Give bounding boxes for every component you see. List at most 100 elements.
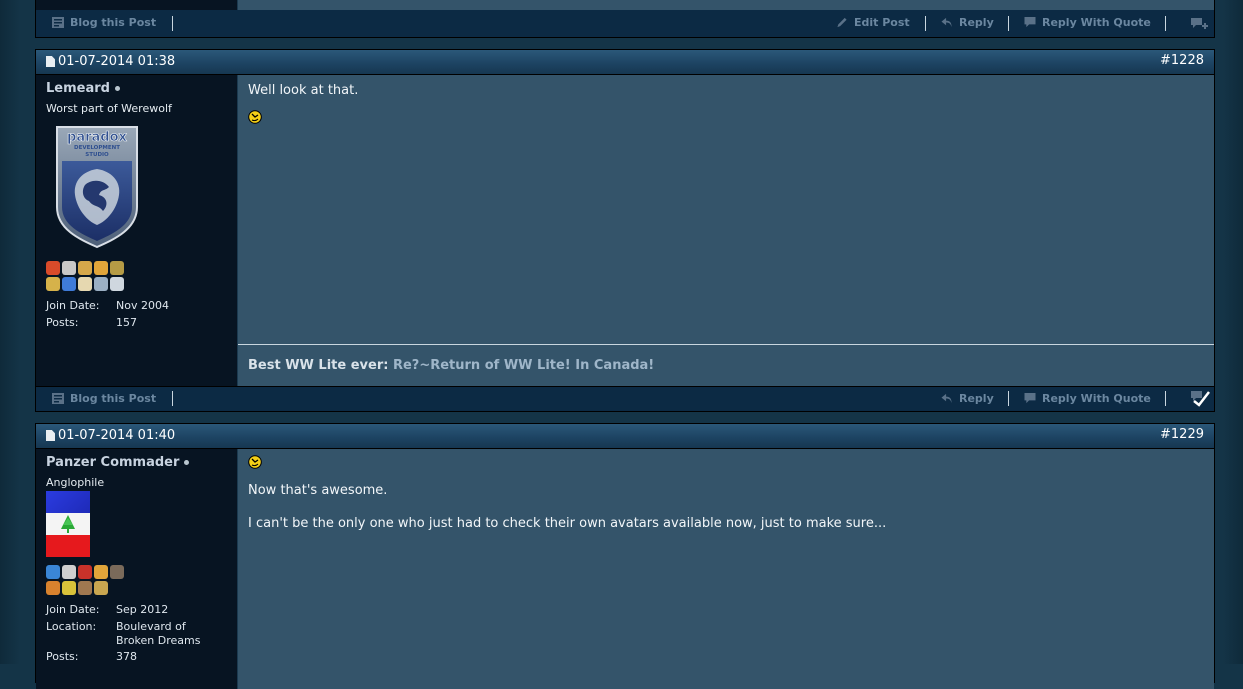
username-text: Lemeard: [46, 81, 110, 96]
post-date: 01-07-2014 01:40: [46, 428, 175, 443]
svg-text:STUDIO: STUDIO: [85, 152, 109, 158]
blog-this-post-button[interactable]: Blog this Post: [52, 16, 156, 29]
edit-post-button[interactable]: Edit Post: [836, 16, 910, 29]
post-1228: 01-07-2014 01:38 #1228 Lemeard Worst par…: [35, 49, 1215, 412]
award-icon[interactable]: [62, 565, 76, 579]
reply-with-quote-label: Reply With Quote: [1042, 392, 1151, 405]
quote-bubble-icon: [1024, 17, 1036, 28]
reply-arrow-icon: [941, 17, 952, 28]
avatar[interactable]: [46, 491, 90, 557]
award-icon[interactable]: [94, 565, 108, 579]
join-date-label: Join Date:: [46, 603, 100, 616]
multiquote-checked-icon[interactable]: [1190, 389, 1210, 407]
post-date-text: 01-07-2014 01:40: [58, 428, 176, 443]
award-icons: [46, 565, 128, 595]
join-date-value: Sep 2012: [116, 603, 169, 616]
divider: [1008, 391, 1009, 406]
reply-label: Reply: [959, 392, 994, 405]
multiquote-icon[interactable]: [1190, 16, 1210, 34]
document-icon: [46, 56, 55, 67]
join-date-value: Nov 2004: [116, 299, 169, 312]
post-number-link[interactable]: #1229: [1160, 427, 1204, 442]
reply-button[interactable]: Reply: [941, 392, 994, 405]
award-icon[interactable]: [94, 581, 108, 595]
signature: Best WW Lite ever: Re?~Return of WW Lite…: [238, 344, 1214, 386]
reply-with-quote-label: Reply With Quote: [1042, 16, 1151, 29]
offline-status-icon: [114, 86, 120, 91]
post-header: 01-07-2014 01:40 #1229: [36, 424, 1214, 449]
quote-bubble-icon: [1024, 393, 1036, 404]
reply-with-quote-button[interactable]: Reply With Quote: [1024, 16, 1151, 29]
award-icon[interactable]: [94, 261, 108, 275]
post-content: Now that's awesome. I can't be the only …: [237, 449, 1214, 689]
blog-this-post-button[interactable]: Blog this Post: [52, 392, 156, 405]
blog-this-post-label: Blog this Post: [70, 392, 157, 405]
award-icons: [46, 261, 128, 291]
award-icon[interactable]: [94, 277, 108, 291]
blog-this-post-label: Blog this Post: [70, 16, 157, 29]
post-footer: Blog this Post Reply Reply With Quote: [36, 386, 1214, 411]
divider: [1165, 16, 1166, 31]
user-stats: Join Date: Sep 2012 Location: Boulevard of…: [46, 601, 227, 665]
award-icon[interactable]: [110, 565, 124, 579]
signature-title: Best WW Lite ever:: [248, 358, 389, 373]
user-stats: Join Date: Nov 2004 Posts: 157: [46, 297, 227, 331]
message-text: Well look at that.: [248, 83, 359, 98]
join-date-label: Join Date:: [46, 299, 100, 312]
signature-link[interactable]: Re?~Return of WW Lite! In Canada!: [393, 358, 654, 373]
offline-status-icon: [184, 460, 190, 465]
award-icon[interactable]: [62, 581, 76, 595]
divider: [172, 391, 173, 406]
award-icon[interactable]: [110, 261, 124, 275]
blog-icon: [52, 393, 64, 404]
award-icon[interactable]: [78, 261, 92, 275]
post-header: 01-07-2014 01:38 #1228: [36, 50, 1214, 75]
reply-with-quote-button[interactable]: Reply With Quote: [1024, 392, 1151, 405]
award-icon[interactable]: [110, 277, 124, 291]
svg-text:DEVELOPMENT: DEVELOPMENT: [74, 145, 120, 151]
document-icon: [46, 430, 55, 441]
post-body: Panzer Commader Anglophile Join Date: Se…: [36, 449, 1214, 689]
award-icon[interactable]: [46, 277, 60, 291]
award-icon[interactable]: [78, 565, 92, 579]
reply-arrow-icon: [941, 393, 952, 404]
svg-text:paradox: paradox: [67, 130, 127, 145]
posts-value: 378: [116, 650, 137, 663]
post-number-link[interactable]: #1228: [1160, 53, 1204, 68]
post-date: 01-07-2014 01:38: [46, 54, 175, 69]
divider: [1008, 16, 1009, 31]
location-value: Boulevard of Broken Dreams: [116, 620, 201, 647]
edit-post-label: Edit Post: [854, 16, 910, 29]
user-title: Worst part of Werewolf: [46, 102, 172, 115]
reply-label: Reply: [959, 16, 994, 29]
pencil-icon: [837, 17, 847, 28]
posts-label: Posts:: [46, 316, 79, 329]
award-icon[interactable]: [78, 277, 92, 291]
message: Now that's awesome. I can't be the only …: [238, 449, 1214, 539]
award-icon[interactable]: [62, 261, 76, 275]
award-icon[interactable]: [78, 581, 92, 595]
user-info: Lemeard Worst part of Werewolf paradox D…: [36, 75, 237, 386]
award-icon[interactable]: [46, 581, 60, 595]
location-label: Location:: [46, 620, 97, 633]
username-link[interactable]: Panzer Commader: [46, 455, 227, 470]
user-title: Anglophile: [46, 476, 105, 489]
smiley-icon: [248, 455, 262, 469]
post-1229: 01-07-2014 01:40 #1229 Panzer Commader A…: [35, 423, 1215, 689]
message-text: Now that's awesome.: [248, 483, 388, 498]
username-link[interactable]: Lemeard: [46, 81, 227, 96]
divider: [1165, 391, 1166, 406]
username-text: Panzer Commader: [46, 455, 180, 470]
divider: [172, 16, 173, 31]
award-icon[interactable]: [62, 277, 76, 291]
award-icon[interactable]: [46, 565, 60, 579]
reply-button[interactable]: Reply: [941, 16, 994, 29]
avatar[interactable]: paradox DEVELOPMENT STUDIO: [55, 125, 139, 249]
divider: [925, 16, 926, 31]
posts-label: Posts:: [46, 650, 79, 663]
cedar-icon: [61, 515, 75, 533]
award-icon[interactable]: [46, 261, 60, 275]
previous-post-tail: Blog this Post Edit Post Reply Reply Wit…: [35, 0, 1215, 38]
smiley-icon: [248, 110, 262, 124]
post-body: Lemeard Worst part of Werewolf paradox D…: [36, 75, 1214, 386]
